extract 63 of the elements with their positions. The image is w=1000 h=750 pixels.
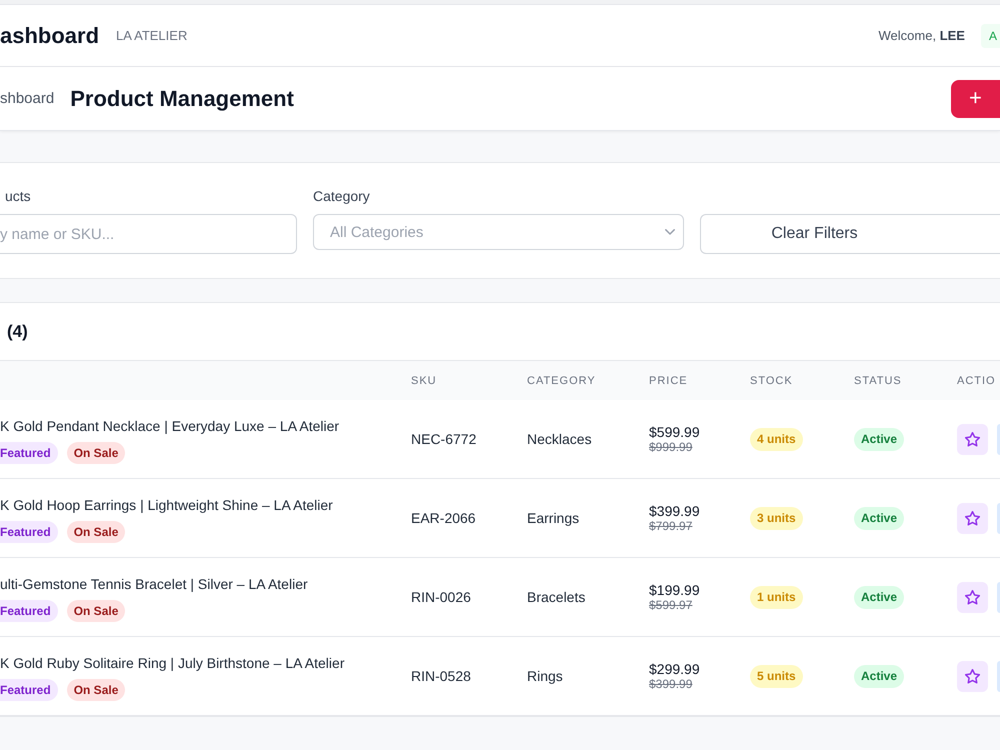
sku-text: RIN-0528 xyxy=(411,668,471,684)
stock-badge: 3 units xyxy=(750,506,803,530)
featured-tag: Featured xyxy=(0,600,58,622)
old-price-text: $599.97 xyxy=(649,598,692,612)
status-badge: Active xyxy=(854,586,904,608)
old-price-text: $999.99 xyxy=(649,440,692,454)
featured-tag: Featured xyxy=(0,520,58,542)
section-title: (4) xyxy=(6,322,28,342)
sale-tag: On Sale xyxy=(66,678,126,700)
product-name: K Gold Pendant Necklace | Everyday Luxe – LA Atelier xyxy=(0,416,340,434)
price-text: $399.99 xyxy=(649,502,700,518)
star-button[interactable] xyxy=(957,424,988,454)
chevron-down-icon xyxy=(665,229,675,235)
search-field[interactable]: y name or SKU... xyxy=(0,214,297,254)
product-name: K Gold Ruby Solitaire Ring | July Birthstone – LA Atelier xyxy=(0,654,344,672)
field-label: Category xyxy=(313,187,370,206)
brand-name: LA ATELIER xyxy=(116,28,188,43)
column-header: ACTIO xyxy=(957,374,996,386)
welcome-text: Welcome, LEE xyxy=(878,28,965,43)
sale-tag: On Sale xyxy=(66,600,126,622)
price-text: $299.99 xyxy=(649,660,700,676)
sku-text: EAR-2066 xyxy=(411,510,476,526)
sku-text: RIN-0026 xyxy=(411,589,471,605)
column-header: SKU xyxy=(411,374,437,386)
header-badge: A xyxy=(980,24,1000,48)
product-name: ulti-Gemstone Tennis Bracelet | Silver – LA Atelier xyxy=(0,574,308,592)
column-header: STATUS xyxy=(854,374,902,386)
clear-filters-button[interactable]: Clear Filters xyxy=(700,214,1000,254)
star-icon xyxy=(965,432,980,446)
star-button[interactable] xyxy=(957,502,988,534)
price-text: $599.99 xyxy=(649,424,700,440)
stock-badge: 4 units xyxy=(750,428,803,450)
status-badge: Active xyxy=(854,664,904,688)
old-price-text: $799.97 xyxy=(649,518,692,534)
price-text: $199.99 xyxy=(649,582,700,598)
stock-badge: 5 units xyxy=(750,664,803,688)
status-badge: Active xyxy=(854,428,904,450)
star-icon xyxy=(965,590,980,604)
category-text: Bracelets xyxy=(527,589,586,605)
star-button[interactable] xyxy=(957,582,988,612)
featured-tag: Featured xyxy=(0,678,58,700)
star-button[interactable] xyxy=(957,660,988,692)
old-price-text: $399.99 xyxy=(649,676,692,692)
app-title: ashboard xyxy=(0,22,100,48)
product-name: K Gold Hoop Earrings | Lightweight Shine – LA Atelier xyxy=(0,496,333,514)
breadcrumb-link[interactable]: shboard xyxy=(0,90,54,107)
featured-tag: Featured xyxy=(0,442,58,464)
star-icon xyxy=(965,668,980,684)
sale-tag: On Sale xyxy=(66,520,126,542)
page-title: Product Management xyxy=(70,86,294,112)
column-header: CATEGORY xyxy=(527,374,596,386)
sale-tag: On Sale xyxy=(66,442,126,464)
category-text: Rings xyxy=(527,668,563,684)
add-button[interactable]: + xyxy=(951,80,1000,118)
status-badge: Active xyxy=(854,506,904,530)
category-text: Necklaces xyxy=(527,431,592,447)
column-header: PRICE xyxy=(649,374,688,386)
sku-text: NEC-6772 xyxy=(411,431,476,447)
field-label: ucts xyxy=(4,187,31,206)
column-header: STOCK xyxy=(750,374,793,386)
stock-badge: 1 units xyxy=(750,586,803,608)
category-text: Earrings xyxy=(527,510,580,526)
star-icon xyxy=(965,510,980,526)
